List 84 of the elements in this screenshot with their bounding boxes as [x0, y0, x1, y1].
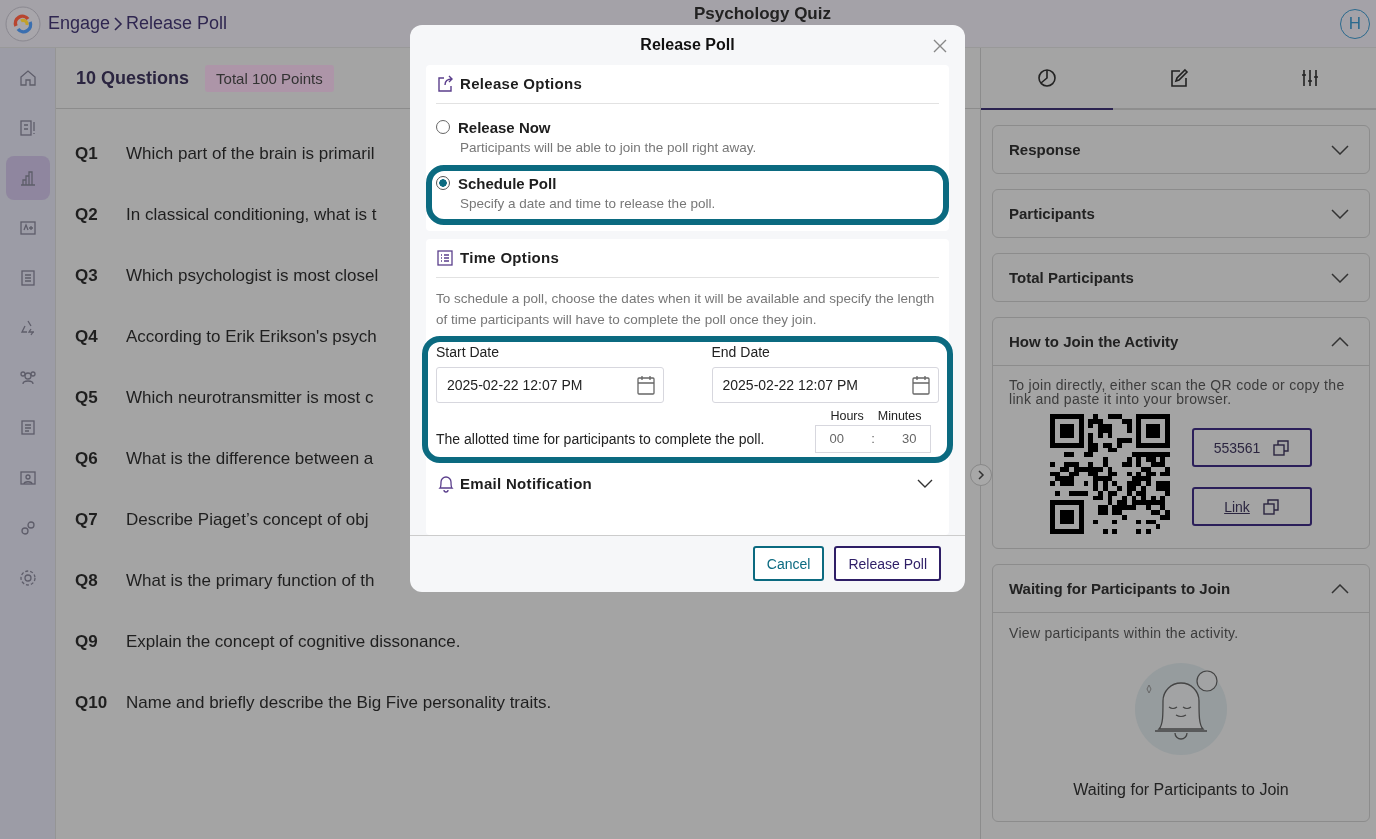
- chevron-right-icon: [977, 469, 985, 481]
- question-text[interactable]: Explain the concept of cognitive dissonance.: [126, 632, 461, 652]
- minutes-label: Minutes: [877, 408, 922, 423]
- duration-label: The allotted time for participants to complete the poll.: [436, 430, 765, 449]
- question-number: Q10: [75, 693, 109, 713]
- question-text[interactable]: In classical conditioning, what is t: [126, 205, 377, 225]
- collapse-panel-button[interactable]: [970, 464, 992, 486]
- chevron-right-icon: [113, 15, 124, 32]
- copy-link-button[interactable]: Link: [1192, 487, 1312, 526]
- nav-icon: [17, 68, 38, 88]
- radio-button[interactable]: [436, 120, 450, 135]
- card-title: Time Options: [460, 249, 560, 267]
- question-number: Q2: [75, 205, 99, 225]
- section-title[interactable]: Total Participants: [1009, 269, 1134, 286]
- section-description: View participants within the activity.: [1009, 625, 1239, 641]
- question-text[interactable]: What is the primary function of th: [126, 571, 375, 591]
- question-number: Q5: [75, 388, 99, 408]
- close-icon: [933, 39, 947, 53]
- field-label: Start Date: [436, 343, 501, 360]
- section-title[interactable]: Waiting for Participants to Join: [1009, 580, 1231, 597]
- chevron-down-icon[interactable]: [1331, 208, 1349, 219]
- section-title[interactable]: Participants: [1009, 205, 1095, 222]
- chevron-down-icon[interactable]: [917, 479, 933, 489]
- logo-icon: [5, 5, 41, 42]
- breadcrumb-current: Release Poll: [126, 13, 228, 34]
- bell-icon: [438, 474, 454, 493]
- field-label: End Date: [711, 343, 771, 360]
- questions-heading: 10 Questions: [76, 67, 190, 89]
- copy-icon: [1272, 438, 1291, 457]
- minutes-field[interactable]: 30: [901, 431, 917, 447]
- question-text[interactable]: According to Erik Erikson's psych: [126, 327, 377, 347]
- question-text[interactable]: Name and briefly describe the Big Five personality traits.: [126, 693, 552, 713]
- chevron-up-icon[interactable]: [1331, 583, 1349, 594]
- card-description: To schedule a poll, choose the dates when it will be available and specify the length of time participants will have to complete the poll once they join.: [436, 289, 936, 329]
- sidebar-item[interactable]: [5, 156, 50, 200]
- option-description: Participants will be able to join the poll right away.: [459, 139, 758, 155]
- question-number: Q4: [75, 327, 99, 347]
- date-field[interactable]: 2025-02-22 12:07 PM: [711, 366, 939, 403]
- points-badge: Total 100 Points: [205, 64, 334, 92]
- section-title[interactable]: Email Notification: [460, 475, 593, 493]
- nav-icon: [17, 568, 38, 588]
- page-title: Psychology Quiz: [694, 4, 831, 23]
- time-separator: :: [871, 431, 875, 447]
- section-title[interactable]: How to Join the Activity: [1009, 333, 1179, 350]
- copy-code-button[interactable]: 553561: [1192, 428, 1312, 467]
- nav-icon: [17, 218, 38, 238]
- pie-chart-icon: [1035, 67, 1058, 89]
- copy-icon: [1261, 497, 1280, 516]
- breadcrumb-link[interactable]: Engage: [48, 13, 111, 34]
- card-title: Release Options: [460, 75, 583, 93]
- question-number: Q8: [75, 571, 99, 591]
- option-label[interactable]: Schedule Poll: [458, 174, 557, 192]
- empty-state-message: Waiting for Participants to Join: [1073, 781, 1289, 799]
- question-text[interactable]: Which psychologist is most closel: [126, 266, 379, 286]
- radio-button[interactable]: [436, 176, 450, 191]
- close-button[interactable]: [931, 37, 949, 55]
- section-title[interactable]: Response: [1009, 141, 1081, 158]
- question-text[interactable]: Which neurotransmitter is most c: [126, 388, 374, 408]
- chevron-down-icon[interactable]: [1331, 272, 1349, 283]
- question-number: Q3: [75, 266, 99, 286]
- calendar-icon: [912, 374, 930, 395]
- nav-icon: [17, 118, 38, 138]
- question-number: Q1: [75, 144, 99, 164]
- question-number: Q7: [75, 510, 99, 530]
- option-description: Specify a date and time to release the poll.: [459, 195, 717, 211]
- list-icon: [436, 248, 454, 267]
- date-field[interactable]: 2025-02-22 12:07 PM: [436, 366, 664, 403]
- share-icon: [436, 74, 454, 93]
- question-text[interactable]: Describe Piaget’s concept of obj: [126, 510, 369, 530]
- dialog-title: Release Poll: [640, 35, 735, 54]
- release-poll-button[interactable]: Release Poll: [834, 546, 941, 582]
- question-number: Q6: [75, 449, 99, 469]
- question-text[interactable]: What is the difference between a: [126, 449, 374, 469]
- question-number: Q9: [75, 632, 99, 652]
- option-label[interactable]: Release Now: [458, 118, 551, 136]
- hours-field[interactable]: 00: [829, 431, 845, 447]
- question-text[interactable]: Which part of the brain is primaril: [126, 144, 375, 164]
- join-instructions: To join directly, either scan the QR code or copy the link and paste it into your browser.: [1009, 378, 1346, 406]
- cancel-button[interactable]: Cancel: [752, 546, 825, 582]
- hours-label: Hours: [830, 408, 864, 423]
- chevron-down-icon[interactable]: [1331, 144, 1349, 155]
- nav-icon: [17, 468, 38, 488]
- chevron-up-icon[interactable]: [1331, 336, 1349, 347]
- calendar-icon: [636, 374, 655, 395]
